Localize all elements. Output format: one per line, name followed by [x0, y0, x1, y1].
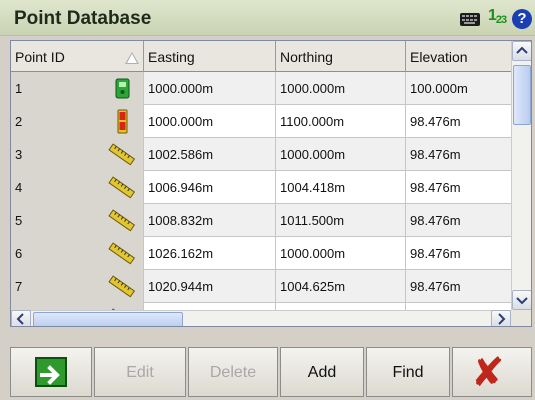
red-x-icon: ✘ — [471, 350, 505, 396]
elevation-cell: 98.476m — [410, 213, 461, 228]
scroll-up-button[interactable] — [512, 41, 531, 61]
numeric-icon-main: 1 — [488, 7, 497, 24]
table-row[interactable]: 7 1020.944m 1004.625m 98.476m — [11, 270, 511, 303]
sort-ascending-icon — [125, 52, 139, 64]
scroll-right-button[interactable] — [491, 310, 511, 326]
find-button[interactable]: Find — [366, 347, 450, 397]
numeric-keypad-icon[interactable]: 123 — [488, 7, 507, 26]
keyboard-icon[interactable] — [460, 13, 480, 26]
horizontal-scroll-thumb[interactable] — [33, 312, 183, 326]
point-id-cell: 2 — [11, 105, 144, 138]
measuring-tape-icon — [108, 176, 136, 199]
point-id-cell: 1 — [11, 72, 144, 105]
measuring-tape-icon — [108, 242, 136, 265]
easting-cell: 1026.162m — [144, 237, 276, 270]
point-id-value: 1 — [15, 81, 23, 96]
edit-button[interactable]: Edit — [94, 347, 186, 397]
title-bar: Point Database 123 ? — [0, 0, 535, 36]
table-row[interactable]: 2 1000.000m 1100.000m 98.476m — [11, 105, 511, 138]
measuring-tape-icon — [108, 143, 136, 166]
point-id-value: 4 — [15, 180, 23, 195]
easting-cell: 1020.944m — [144, 270, 276, 303]
table-row[interactable]: 6 1026.162m 1000.000m 98.476m — [11, 237, 511, 270]
vertical-scroll-thumb[interactable] — [513, 65, 531, 125]
close-button[interactable]: ✘ — [452, 347, 532, 397]
northing-cell: 1000.000m — [276, 72, 406, 105]
easting-cell: 1000.000m — [144, 72, 276, 105]
point-id-cell: 3 — [11, 138, 144, 171]
northing-cell: 1000.000m — [276, 237, 406, 270]
easting-cell: 1000.000m — [144, 105, 276, 138]
column-header-northing[interactable]: Northing — [276, 41, 406, 72]
green-arrow-right-icon — [35, 357, 67, 387]
northing-cell: 1004.418m — [276, 171, 406, 204]
elevation-cell: 98.476m — [410, 147, 461, 162]
point-id-cell: 6 — [11, 237, 144, 270]
chevron-up-icon — [516, 46, 528, 54]
horizontal-scrollbar[interactable] — [11, 310, 511, 326]
elevation-cell: 98.476m — [410, 246, 461, 261]
point-id-cell: 5 — [11, 204, 144, 237]
northing-cell: 1000.000m — [276, 138, 406, 171]
point-id-value: 3 — [15, 147, 23, 162]
table-header: Point ID Easting Northing Elevation — [11, 41, 511, 72]
help-icon[interactable]: ? — [512, 9, 532, 29]
scrollbar-corner — [511, 310, 531, 326]
northing-cell: 1100.000m — [276, 105, 406, 138]
go-button[interactable] — [10, 347, 92, 397]
table-row[interactable]: 5 1008.832m 1011.500m 98.476m — [11, 204, 511, 237]
point-id-value: 5 — [15, 213, 23, 228]
gps-receiver-icon — [115, 78, 130, 99]
point-id-value: 2 — [15, 114, 23, 129]
elevation-cell: 98.476m — [410, 114, 461, 129]
elevation-cell: 100.000m — [410, 81, 468, 96]
traffic-light-icon — [117, 109, 128, 134]
column-header-easting[interactable]: Easting — [144, 41, 276, 72]
page-title: Point Database — [14, 8, 152, 29]
chevron-down-icon — [516, 297, 528, 305]
point-id-value: 7 — [15, 279, 23, 294]
measuring-tape-icon — [108, 275, 136, 298]
scroll-down-button[interactable] — [512, 290, 531, 310]
easting-cell: 1002.586m — [144, 138, 276, 171]
chevron-left-icon — [16, 313, 24, 325]
northing-cell: 1004.625m — [276, 270, 406, 303]
elevation-cell: 98.476m — [410, 279, 461, 294]
easting-cell: 1008.832m — [144, 204, 276, 237]
chevron-right-icon — [498, 313, 506, 325]
elevation-cell: 98.476m — [410, 180, 461, 195]
point-id-cell: 4 — [11, 171, 144, 204]
northing-cell: 1011.500m — [276, 204, 406, 237]
column-header-point-id[interactable]: Point ID — [11, 41, 144, 72]
point-id-cell: 7 — [11, 270, 144, 303]
vertical-scrollbar[interactable] — [511, 41, 531, 310]
bottom-toolbar: Edit Delete Add Find ✘ — [0, 345, 535, 400]
numeric-icon-sub: 23 — [495, 14, 507, 26]
table-row[interactable]: 1 1000.000m 1000.000m 100.000m — [11, 72, 511, 105]
point-id-value: 6 — [15, 246, 23, 261]
scroll-left-button[interactable] — [11, 310, 31, 326]
point-table: Point ID Easting Northing Elevation 1 10… — [10, 40, 532, 327]
delete-button[interactable]: Delete — [188, 347, 278, 397]
easting-cell: 1006.946m — [144, 171, 276, 204]
column-header-elevation[interactable]: Elevation — [406, 41, 511, 72]
column-header-label: Point ID — [15, 49, 65, 65]
table-row[interactable]: 3 1002.586m 1000.000m 98.476m — [11, 138, 511, 171]
add-button[interactable]: Add — [280, 347, 364, 397]
measuring-tape-icon — [108, 209, 136, 232]
table-row[interactable]: 4 1006.946m 1004.418m 98.476m — [11, 171, 511, 204]
